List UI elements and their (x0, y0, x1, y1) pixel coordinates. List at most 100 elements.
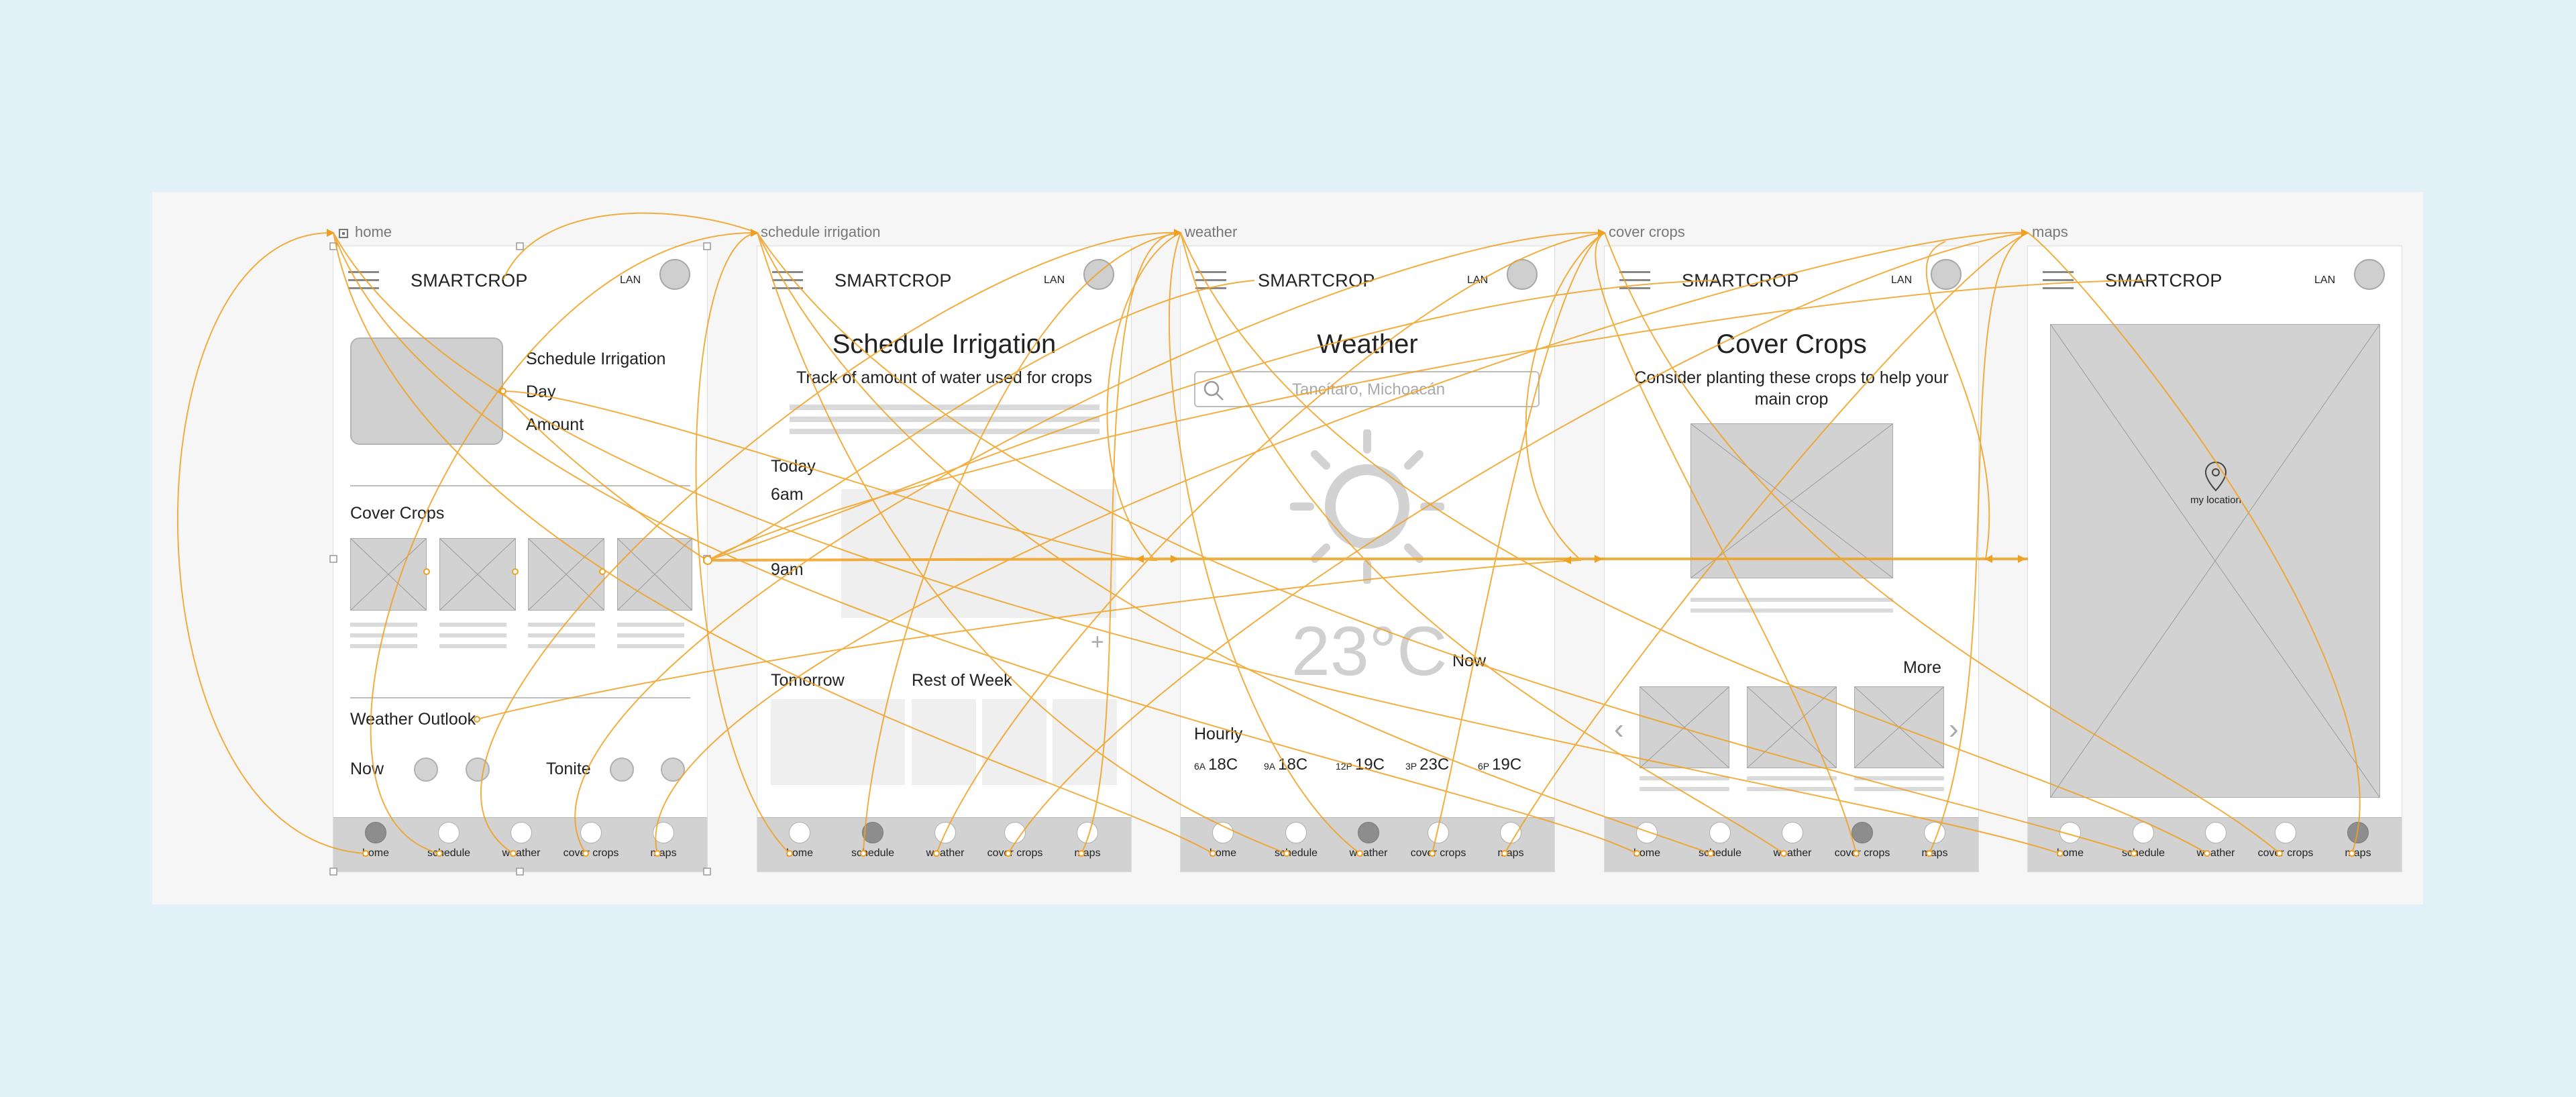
avatar[interactable] (1507, 259, 1538, 290)
artboard-label-weather[interactable]: weather (1185, 223, 1237, 241)
nav-home[interactable]: home (1189, 822, 1256, 859)
menu-icon[interactable] (772, 271, 803, 291)
more-link[interactable]: More (1903, 658, 1941, 678)
hourly-heading: Hourly (1194, 725, 1243, 743)
location-search-input[interactable]: Tancítaro, Michoacán (1194, 371, 1540, 407)
crop-image-placeholder[interactable] (1747, 686, 1837, 768)
schedule-irrigation-link[interactable]: Schedule Irrigation (526, 350, 665, 369)
day-placeholder[interactable] (982, 699, 1046, 785)
now-label: Now (350, 760, 384, 778)
artboard-label-schedule[interactable]: schedule irrigation (761, 223, 881, 241)
brand-title: SMARTCROP (2105, 270, 2222, 291)
nav-schedule[interactable]: schedule (1686, 822, 1754, 859)
nav-schedule-icon (862, 822, 883, 843)
text-placeholder (1854, 787, 1944, 791)
cover-crops-heading[interactable]: Cover Crops (350, 504, 444, 523)
nav-schedule[interactable]: schedule (415, 822, 482, 859)
weather-icon-placeholder (414, 758, 438, 782)
avatar[interactable] (659, 259, 690, 290)
language-button[interactable]: LAN (1044, 274, 1065, 286)
nav-home[interactable]: home (1613, 822, 1680, 859)
artboard-label-home[interactable]: home (339, 223, 392, 241)
language-button[interactable]: LAN (1891, 274, 1912, 286)
crop-image-placeholder[interactable] (439, 538, 516, 611)
page-subtitle: Track of amount of water used for crops (796, 368, 1092, 387)
nav-schedule[interactable]: schedule (2110, 822, 2177, 859)
avatar[interactable] (1083, 259, 1114, 290)
brand-title: SMARTCROP (411, 270, 528, 291)
map-placeholder[interactable] (2050, 324, 2380, 798)
hourly-item: 12P 19C (1336, 755, 1385, 774)
nav-maps[interactable]: maps (1901, 822, 1968, 859)
text-placeholder (1640, 776, 1729, 780)
nav-weather-icon (1782, 822, 1803, 843)
artboard-icon (339, 229, 348, 238)
nav-home[interactable]: home (2037, 822, 2104, 859)
nav-home-icon (1636, 822, 1658, 843)
page-title: Weather (1317, 329, 1418, 359)
hourly-item: 6A 18C (1194, 755, 1238, 774)
text-placeholder (1640, 787, 1729, 791)
artboard-label-cover-crops[interactable]: cover crops (1609, 223, 1685, 241)
weather-outlook-heading[interactable]: Weather Outlook (350, 710, 476, 729)
text-placeholder (528, 644, 595, 648)
nav-schedule-icon (1709, 822, 1731, 843)
crop-image-placeholder[interactable] (1640, 686, 1729, 768)
crop-image-placeholder[interactable] (1854, 686, 1944, 768)
menu-icon[interactable] (1195, 271, 1226, 291)
crop-image-placeholder[interactable] (617, 538, 692, 611)
nav-schedule[interactable]: schedule (839, 822, 906, 859)
temperature-value: 23°C (1291, 613, 1448, 690)
page-subtitle: Consider planting these crops to help yo… (1634, 368, 1949, 409)
nav-schedule[interactable]: schedule (1263, 822, 1330, 859)
nav-home[interactable]: home (342, 822, 409, 859)
nav-cover-crops[interactable]: cover crops (557, 822, 625, 859)
avatar[interactable] (1931, 259, 1962, 290)
text-placeholder (790, 417, 1099, 422)
text-placeholder (790, 405, 1099, 410)
weather-icon-placeholder (466, 758, 490, 782)
nav-weather[interactable]: weather (488, 822, 555, 859)
weather-icon-placeholder (610, 758, 634, 782)
chevron-left-icon[interactable]: ‹ (1614, 713, 1624, 746)
tonite-label: Tonite (546, 760, 591, 778)
language-button[interactable]: LAN (620, 274, 641, 286)
nav-maps[interactable]: maps (630, 822, 697, 859)
day-placeholder[interactable] (1053, 699, 1117, 785)
tomorrow-placeholder[interactable] (771, 699, 905, 785)
nav-cover-crops[interactable]: cover crops (2252, 822, 2319, 859)
nav-maps[interactable]: maps (1054, 822, 1121, 859)
crop-image-placeholder[interactable] (350, 538, 427, 611)
language-button[interactable]: LAN (2314, 274, 2335, 286)
nav-weather[interactable]: weather (2182, 822, 2249, 859)
nav-cover-crops[interactable]: cover crops (1405, 822, 1472, 859)
menu-icon[interactable] (348, 271, 379, 291)
add-icon[interactable]: + (1091, 629, 1104, 656)
text-placeholder (1747, 776, 1837, 780)
hourly-item: 3P 23C (1405, 755, 1450, 774)
featured-crop-image-placeholder[interactable] (1690, 423, 1893, 578)
nav-maps-icon (1077, 822, 1098, 843)
text-placeholder (439, 633, 506, 637)
menu-icon[interactable] (2043, 271, 2074, 291)
text-placeholder (617, 644, 684, 648)
nav-maps[interactable]: maps (1477, 822, 1544, 859)
day-placeholder[interactable] (912, 699, 976, 785)
nav-home[interactable]: home (766, 822, 833, 859)
avatar[interactable] (2354, 259, 2385, 290)
nav-weather-icon (2205, 822, 2226, 843)
now-label: Now (1452, 651, 1487, 670)
menu-icon[interactable] (1619, 271, 1650, 291)
language-button[interactable]: LAN (1467, 274, 1488, 286)
chevron-right-icon[interactable]: › (1949, 713, 1959, 746)
nav-schedule-icon (438, 822, 460, 843)
nav-cover-crops[interactable]: cover crops (1829, 822, 1896, 859)
artboard-label-maps[interactable]: maps (2032, 223, 2068, 241)
location-pin-icon[interactable] (2204, 461, 2227, 492)
nav-weather[interactable]: weather (912, 822, 979, 859)
nav-weather[interactable]: weather (1759, 822, 1826, 859)
nav-cover-crops[interactable]: cover crops (981, 822, 1049, 859)
crop-image-placeholder[interactable] (528, 538, 604, 611)
nav-maps[interactable]: maps (2324, 822, 2392, 859)
nav-weather[interactable]: weather (1335, 822, 1402, 859)
